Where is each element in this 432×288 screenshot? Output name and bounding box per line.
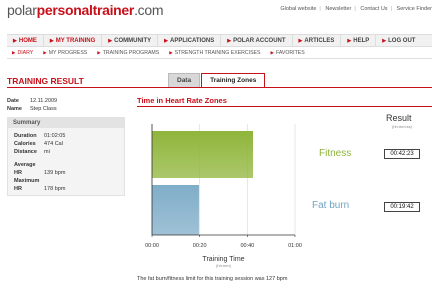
subnav-label: FAVORITES (275, 50, 305, 56)
tab-data[interactable]: Data (168, 73, 201, 87)
arrow-icon: ▶ (164, 37, 168, 44)
chart-tick-label: 00:20 (193, 243, 207, 249)
zone-label-fat-burn: Fat burn (312, 200, 350, 211)
subnav-favorites[interactable]: ▶ FAVORITES (265, 48, 309, 58)
nav-label: ARTICLES (304, 37, 335, 44)
nav-label: MY TRAINING (55, 37, 96, 44)
session-meta: Date 12.11.2009 Name Step Class (7, 97, 57, 113)
subnav-label: MY PROGRESS (48, 50, 88, 56)
nav-polar-account[interactable]: ▶ POLAR ACCOUNT (220, 35, 291, 46)
subnav-label: TRAINING PROGRAMS (102, 50, 160, 56)
arrow-icon: ▶ (108, 37, 113, 44)
arrow-icon: ▶ (347, 37, 352, 44)
arrow-icon: ▶ (298, 37, 303, 44)
name-value: Step Class (30, 106, 57, 112)
chart-title: Time in Heart Rate Zones (137, 96, 227, 105)
date-value: 12.11.2009 (30, 98, 58, 104)
arrow-icon: ▶ (227, 37, 232, 44)
nav-my-training[interactable]: ▶ MY TRAINING (42, 35, 101, 46)
arrow-icon: ▶ (49, 37, 54, 44)
newsletter-link[interactable]: Newsletter (325, 6, 351, 12)
service-finder-link[interactable]: Service Finder (397, 6, 432, 12)
arrow-icon: ▶ (13, 37, 17, 44)
nav-applications[interactable]: ▶ APPLICATIONS (157, 35, 220, 46)
nav-help[interactable]: ▶ HELP (340, 35, 375, 46)
logo-part-3: .com (134, 2, 164, 18)
max-hr-value: 178 bpm (44, 186, 66, 192)
result-label: Result (386, 113, 412, 123)
subnav-label: STRENGTH TRAINING EXERCISES (174, 50, 261, 56)
summary-header: Summary (8, 118, 124, 128)
chart-tick-label: 01:00 (288, 243, 302, 249)
main-nav: ▶ HOME ▶ MY TRAINING ▶ COMMUNITY ▶ APPLICATI… (7, 34, 432, 47)
zones-chart: 00:00 00:20 00:40 01:00 Training Time(hh:mm) (145, 124, 302, 268)
nav-community[interactable]: ▶ COMMUNITY (101, 35, 157, 46)
result-unit: (hh:mm:ss) (392, 124, 412, 129)
nav-label: LOG OUT (388, 37, 416, 44)
arrow-icon: ▶ (382, 37, 387, 44)
arrow-icon: ▶ (169, 50, 173, 55)
footnote: The fat burn/fitness limit for this trai… (137, 276, 288, 282)
chart-x-unit: (hh:mm) (216, 263, 232, 268)
title-divider (7, 87, 432, 88)
max-hr-label: Maximum HR (14, 178, 40, 192)
nav-articles[interactable]: ▶ ARTICLES (291, 35, 341, 46)
separator: | (390, 6, 392, 12)
nav-home[interactable]: ▶ HOME (7, 35, 43, 46)
tab-training-zones[interactable]: Training Zones (201, 73, 266, 87)
distance-label: Distance (14, 149, 37, 155)
nav-label: POLAR ACCOUNT (233, 37, 286, 44)
duration-label: Duration (14, 133, 37, 139)
arrow-icon: ▶ (270, 50, 274, 55)
nav-label: APPLICATIONS (170, 37, 215, 44)
calories-value: 474 Cal (44, 141, 63, 147)
arrow-icon: ▶ (97, 50, 101, 55)
name-label: Name (7, 106, 22, 112)
nav-label: HELP (353, 37, 370, 44)
logo-part-1: polar (7, 2, 37, 18)
subnav-diary[interactable]: ▶ DIARY (7, 48, 38, 58)
chart-bar-fitness (152, 131, 254, 178)
nav-log-out[interactable]: ▶ LOG OUT (375, 35, 421, 46)
logo-part-2: personaltrainer (36, 2, 135, 18)
page-title: TRAINING RESULT (7, 76, 84, 86)
distance-value: mi (44, 149, 50, 155)
chart-tick-label: 00:40 (240, 243, 254, 249)
nav-label: HOME (18, 37, 37, 44)
zone-label-fitness: Fitness (319, 148, 352, 159)
subnav-my-progress[interactable]: ▶ MY PROGRESS (38, 48, 92, 58)
chart-title-divider (137, 106, 432, 107)
subnav-strength-exercises[interactable]: ▶ STRENGTH TRAINING EXERCISES (164, 48, 265, 58)
arrow-icon: ▶ (12, 50, 16, 55)
nav-label: COMMUNITY (114, 37, 152, 44)
separator: | (319, 6, 321, 12)
zone-time-fitness: 00:42:23 (384, 149, 420, 159)
avg-hr-value: 139 bpm (44, 170, 66, 176)
summary-panel: Summary Duration 01:02:05 Calories 474 Cal… (7, 117, 125, 196)
result-tabs: Data Training Zones (168, 73, 266, 87)
avg-hr-label: Average HR (14, 162, 36, 176)
subnav-label: DIARY (17, 50, 34, 56)
zone-time-fat-burn: 00:19:42 (384, 202, 420, 212)
subnav-training-programs[interactable]: ▶ TRAINING PROGRAMS (92, 48, 164, 58)
chart-x-label: Training Time (202, 256, 244, 263)
site-logo[interactable]: polarpersonaltrainer.com (7, 2, 164, 18)
contact-us-link[interactable]: Contact Us (360, 6, 387, 12)
top-links: Global website | Newsletter | Contact Us | … (280, 6, 432, 12)
calories-label: Calories (14, 141, 36, 147)
arrow-icon: ▶ (43, 50, 47, 55)
sub-nav: ▶ DIARY ▶ MY PROGRESS ▶ TRAINING PROGRAMS ▶… (7, 48, 432, 59)
chart-bar-fat-burn (152, 185, 199, 235)
separator: | (354, 6, 356, 12)
duration-value: 01:02:05 (44, 133, 66, 139)
global-website-link[interactable]: Global website (280, 6, 316, 12)
date-label: Date (7, 98, 19, 104)
chart-tick-label: 00:00 (145, 243, 159, 249)
